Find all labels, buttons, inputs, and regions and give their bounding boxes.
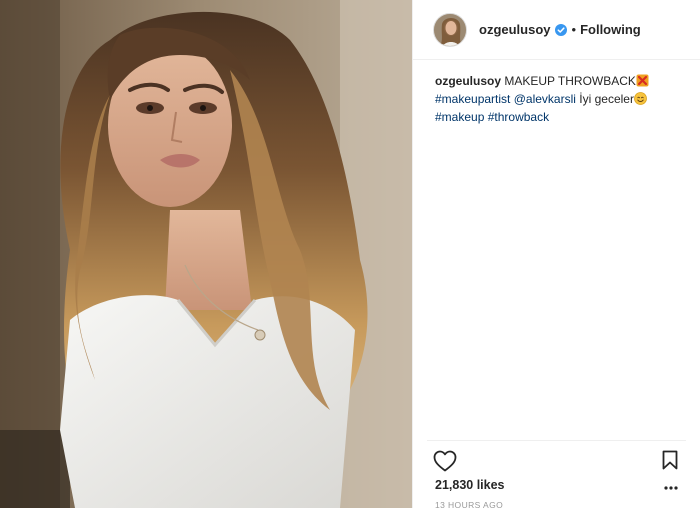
header-separator: • xyxy=(571,22,577,37)
instagram-post: ozgeulusoy • Following ozgeulusoy MAKEUP… xyxy=(0,0,700,508)
following-button[interactable]: Following xyxy=(580,22,641,37)
hashtag-throwback[interactable]: #throwback xyxy=(488,110,549,124)
hashtag-makeup[interactable]: #makeup xyxy=(435,110,484,124)
post-caption: ozgeulusoy MAKEUP THROWBACK #makeupartis… xyxy=(435,72,685,126)
post-photo[interactable] xyxy=(0,0,412,508)
avatar[interactable] xyxy=(433,12,467,47)
post-side-panel: ozgeulusoy • Following ozgeulusoy MAKEUP… xyxy=(412,0,700,508)
post-timestamp[interactable]: 13 HOURS AGO xyxy=(435,500,503,508)
mention-alevkarsli[interactable]: @alevkarsli xyxy=(514,92,576,106)
hashtag-makeupartist[interactable]: #makeupartist xyxy=(435,92,510,106)
header-username[interactable]: ozgeulusoy xyxy=(479,22,551,37)
verified-badge-icon xyxy=(554,23,567,36)
bookmark-icon[interactable] xyxy=(662,450,678,470)
caption-username[interactable]: ozgeulusoy xyxy=(435,74,501,88)
actions-divider xyxy=(427,440,686,441)
post-header: ozgeulusoy • Following xyxy=(413,0,700,60)
likes-count[interactable]: 21,830 likes xyxy=(435,478,505,492)
avatar-image xyxy=(434,13,466,46)
heart-icon[interactable] xyxy=(433,450,457,472)
post-image xyxy=(0,0,412,508)
caption-text-2: İyi geceler xyxy=(575,92,634,106)
caption-text-1: MAKEUP THROWBACK xyxy=(501,74,636,88)
more-options-icon[interactable] xyxy=(664,486,678,490)
smiling-face-emoji-icon xyxy=(634,92,647,105)
anger-symbol-emoji-icon xyxy=(636,74,649,87)
